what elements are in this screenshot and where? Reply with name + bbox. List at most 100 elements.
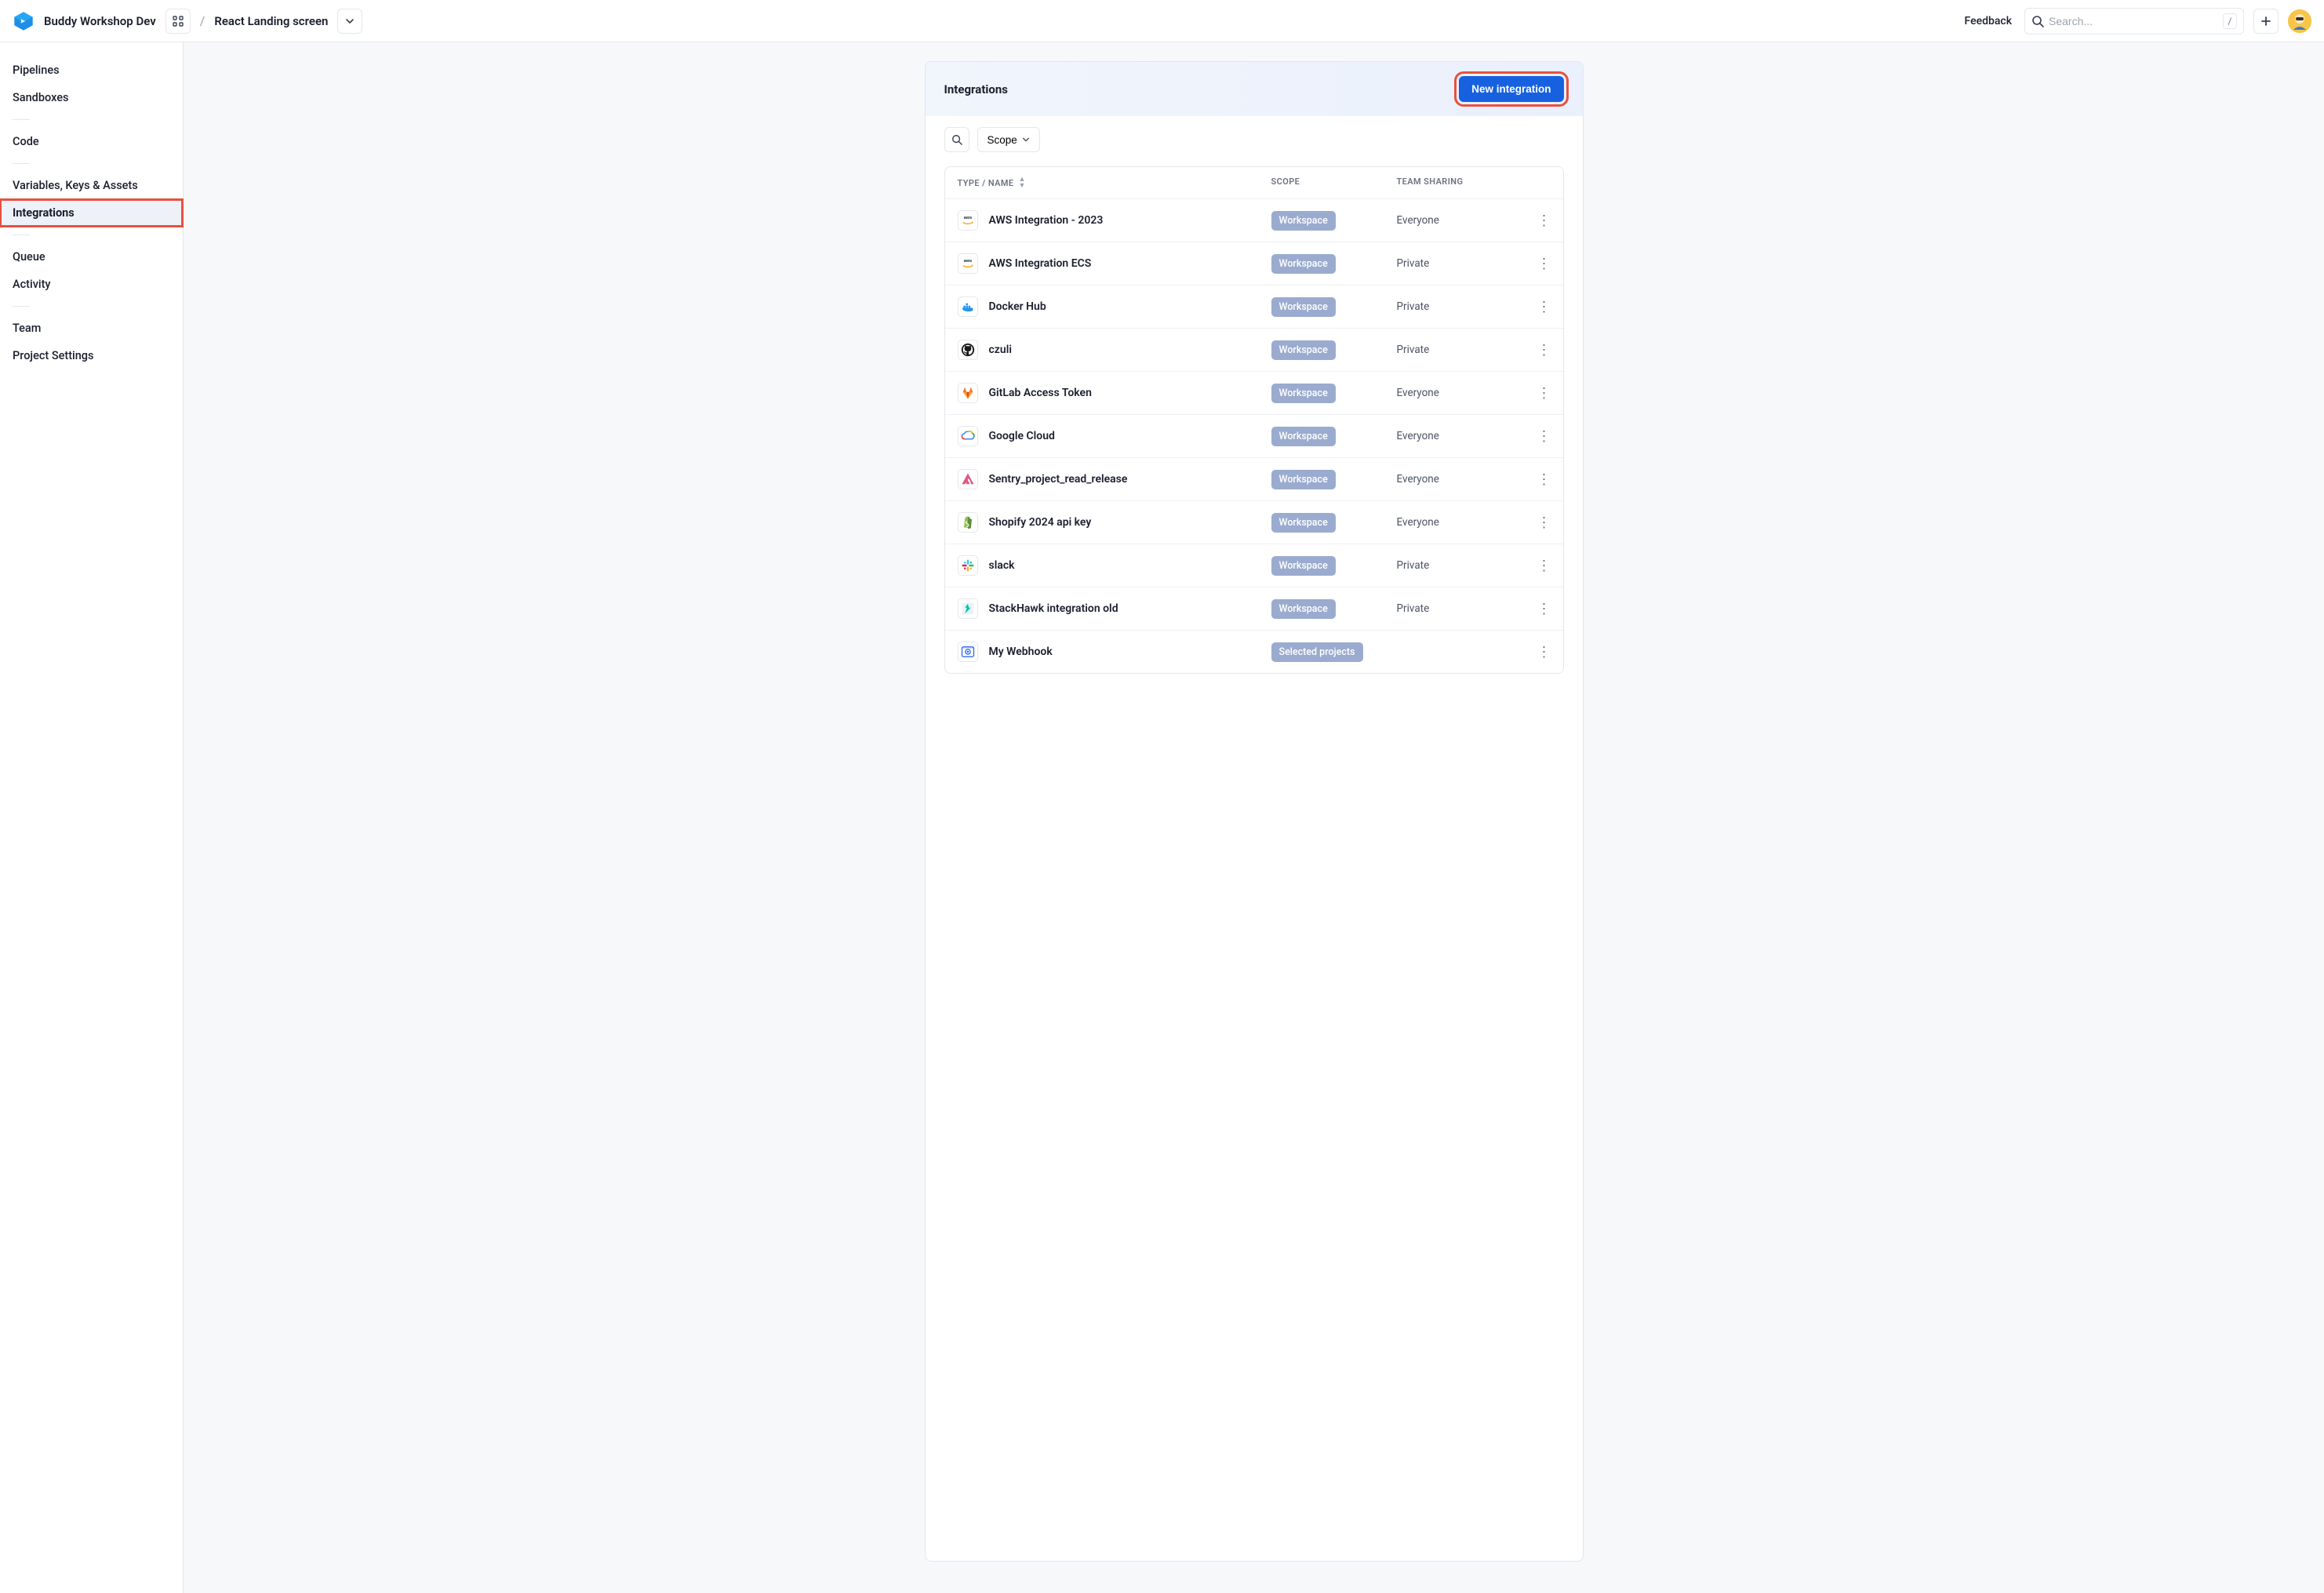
integration-name: Google Cloud (989, 430, 1055, 442)
row-actions-button[interactable]: ⋮ (1519, 428, 1551, 445)
shopify-icon (958, 512, 978, 533)
feedback-link[interactable]: Feedback (1965, 15, 2012, 27)
column-team-sharing[interactable]: TEAM SHARING (1397, 176, 1519, 189)
integration-name: StackHawk integration old (989, 602, 1118, 615)
sidebar-item-activity[interactable]: Activity (0, 271, 183, 298)
sharing-value: Everyone (1397, 214, 1519, 227)
table-row[interactable]: StackHawk integration oldWorkspacePrivat… (945, 587, 1563, 631)
grid-menu-button[interactable] (165, 9, 191, 34)
search-input[interactable] (2049, 15, 2218, 27)
aws-icon: aws (958, 210, 978, 231)
row-actions-button[interactable]: ⋮ (1519, 601, 1551, 617)
sort-icon: ▲▼ (1018, 176, 1025, 189)
workspace-name[interactable]: Buddy Workshop Dev (44, 14, 156, 28)
filter-search-button[interactable] (944, 127, 969, 152)
gitlab-icon (958, 383, 978, 403)
sidebar-item-team[interactable]: Team (0, 315, 183, 342)
sidebar-separator (13, 119, 30, 120)
main-content: Integrations New integration Scope TYPE … (184, 42, 2324, 1593)
row-actions-button[interactable]: ⋮ (1519, 471, 1551, 488)
sharing-value: Private (1397, 559, 1519, 572)
column-type-name[interactable]: TYPE / NAME ▲▼ (958, 176, 1271, 189)
row-actions-button[interactable]: ⋮ (1519, 644, 1551, 660)
integration-name: AWS Integration ECS (989, 257, 1092, 270)
table-row[interactable]: awsAWS Integration - 2023WorkspaceEveryo… (945, 199, 1563, 242)
project-name[interactable]: React Landing screen (214, 14, 328, 28)
scope-badge: Workspace (1271, 556, 1336, 576)
search-box[interactable]: / (2024, 8, 2244, 35)
plus-icon (2260, 16, 2271, 27)
chevron-down-icon (345, 16, 355, 26)
add-button[interactable] (2253, 9, 2279, 34)
sharing-value: Private (1397, 344, 1519, 356)
table-row[interactable]: Google Cloud Workspace Everyone⋮ (945, 415, 1563, 458)
sidebar-separator (13, 163, 30, 164)
sidebar-item-queue[interactable]: Queue (0, 243, 183, 271)
sidebar-item-sandboxes[interactable]: Sandboxes (0, 84, 183, 111)
integration-name: Docker Hub (989, 300, 1046, 313)
sidebar-item-integrations[interactable]: Integrations (0, 199, 183, 227)
sidebar-separator (13, 306, 30, 307)
scope-badge: Workspace (1271, 297, 1336, 317)
table-row[interactable]: Shopify 2024 api keyWorkspaceEveryone⋮ (945, 501, 1563, 544)
row-actions-button[interactable]: ⋮ (1519, 558, 1551, 574)
svg-text:aws: aws (963, 216, 972, 220)
search-icon (951, 134, 962, 145)
table-row[interactable]: GitLab Access Token Workspace Everyone⋮ (945, 372, 1563, 415)
row-actions-button[interactable]: ⋮ (1519, 342, 1551, 358)
buddy-logo-icon[interactable] (13, 10, 35, 32)
top-bar: Buddy Workshop Dev / React Landing scree… (0, 0, 2324, 42)
table-row[interactable]: My Webhook Selected projects ⋮ (945, 631, 1563, 673)
sharing-value: Everyone (1397, 430, 1519, 442)
search-shortcut-key: / (2223, 13, 2237, 29)
sharing-value: Everyone (1397, 387, 1519, 399)
stackhawk-icon (958, 598, 978, 619)
scope-badge: Workspace (1271, 211, 1336, 231)
table-row[interactable]: Docker HubWorkspacePrivate⋮ (945, 286, 1563, 329)
sidebar: PipelinesSandboxes Code Variables, Keys & … (0, 42, 184, 1593)
row-actions-button[interactable]: ⋮ (1519, 256, 1551, 272)
row-actions-button[interactable]: ⋮ (1519, 299, 1551, 315)
svg-text:aws: aws (963, 259, 972, 264)
scope-badge: Workspace (1271, 470, 1336, 489)
scope-filter-button[interactable]: Scope (977, 127, 1040, 152)
sidebar-item-code[interactable]: Code (0, 128, 183, 155)
table-row[interactable]: slackWorkspacePrivate⋮ (945, 544, 1563, 587)
row-actions-button[interactable]: ⋮ (1519, 515, 1551, 531)
panel-header: Integrations New integration (926, 62, 1583, 116)
sidebar-item-project-settings[interactable]: Project Settings (0, 342, 183, 369)
new-integration-button[interactable]: New integration (1459, 76, 1563, 102)
scope-badge: Workspace (1271, 340, 1336, 360)
search-icon (2031, 15, 2044, 27)
integration-name: Sentry_project_read_release (989, 473, 1128, 486)
scope-badge: Workspace (1271, 384, 1336, 403)
integration-name: GitLab Access Token (989, 387, 1092, 399)
table-row[interactable]: Sentry_project_read_releaseWorkspaceEver… (945, 458, 1563, 501)
panel-toolbar: Scope (926, 116, 1583, 157)
row-actions-button[interactable]: ⋮ (1519, 213, 1551, 229)
sidebar-item-pipelines[interactable]: Pipelines (0, 56, 183, 84)
table-row[interactable]: czuli Workspace Private⋮ (945, 329, 1563, 372)
table-row[interactable]: aws AWS Integration ECS Workspace Private⋮ (945, 242, 1563, 286)
aws-icon: aws (958, 253, 978, 274)
panel-title: Integrations (944, 82, 1008, 96)
sharing-value: Private (1397, 257, 1519, 270)
scope-badge: Workspace (1271, 427, 1336, 446)
user-avatar[interactable] (2288, 9, 2311, 33)
scope-filter-label: Scope (987, 134, 1017, 146)
column-scope[interactable]: SCOPE (1271, 176, 1397, 189)
integrations-panel: Integrations New integration Scope TYPE … (925, 61, 1584, 1562)
sentry-icon (958, 469, 978, 489)
table-header: TYPE / NAME ▲▼ SCOPE TEAM SHARING (945, 167, 1563, 199)
project-dropdown-button[interactable] (337, 9, 362, 34)
scope-badge: Workspace (1271, 254, 1336, 274)
integrations-table: TYPE / NAME ▲▼ SCOPE TEAM SHARING awsAWS… (944, 166, 1564, 674)
integration-name: czuli (989, 344, 1012, 356)
row-actions-button[interactable]: ⋮ (1519, 385, 1551, 402)
webhook-icon (958, 642, 978, 662)
integration-name: My Webhook (989, 646, 1053, 658)
sidebar-item-variables-keys-assets[interactable]: Variables, Keys & Assets (0, 172, 183, 199)
scope-badge: Selected projects (1271, 642, 1363, 662)
integration-name: Shopify 2024 api key (989, 516, 1092, 529)
gcloud-icon (958, 426, 978, 446)
